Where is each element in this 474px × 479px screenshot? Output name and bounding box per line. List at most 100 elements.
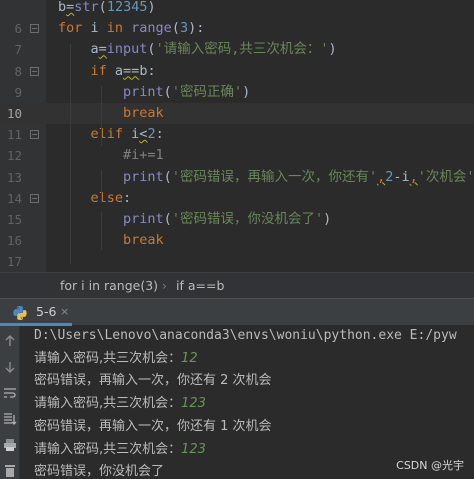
print-icon[interactable] — [3, 438, 17, 452]
fold-marker-icon[interactable] — [30, 130, 39, 142]
fold-marker-icon[interactable] — [30, 24, 39, 36]
code-line[interactable]: 16 break — [0, 230, 474, 251]
code-line[interactable]: 15 print('密码错误，你没机会了') — [0, 209, 474, 230]
code-text[interactable]: break — [58, 230, 164, 251]
line-number: 16 — [6, 233, 22, 249]
code-line[interactable]: b=str(12345) — [0, 0, 474, 18]
console-output-line: D:\Users\Lenovo\anaconda3\envs\woniu\pyt… — [34, 326, 457, 348]
code-token: == — [123, 62, 140, 79]
fold-marker-icon[interactable] — [30, 66, 39, 79]
breadcrumb-item-for-loop[interactable]: for i in range(3) — [60, 273, 158, 299]
line-number: 14 — [6, 190, 22, 206]
code-token: input — [106, 41, 148, 58]
line-number: 13 — [6, 169, 22, 185]
code-line[interactable]: 8 if a==b: — [0, 61, 474, 82]
code-text[interactable]: print('密码错误，你没机会了') — [58, 209, 331, 230]
code-token: , — [377, 168, 386, 185]
code-line[interactable]: 12 #i+=1 — [0, 145, 474, 166]
console-output-line: 请输入密码,共三次机会：123 — [34, 439, 206, 462]
code-token: b — [58, 0, 67, 15]
console-output-line: 密码错误，你没机会了 — [34, 461, 164, 479]
user-input-text: 123 — [181, 396, 206, 412]
run-panel-header: 5-6 × — [0, 298, 474, 326]
breadcrumb-separator: › — [162, 278, 167, 293]
code-token: 2 — [147, 126, 156, 143]
code-token: print — [123, 211, 164, 227]
code-token: elif — [90, 126, 132, 143]
code-text[interactable]: print('密码错误，再输入一次，你还有',2-i,'次机会') — [58, 167, 474, 188]
code-token: range — [131, 20, 172, 37]
code-token: print — [123, 168, 164, 185]
breadcrumb-item-if-block[interactable]: if a==b — [176, 273, 224, 299]
code-token: ) — [328, 41, 337, 58]
code-token: else — [90, 189, 124, 206]
console-text: D:\Users\Lenovo\anaconda3\envs\woniu\pyt… — [34, 328, 457, 343]
console-output-line: 密码错误，再输入一次，你还有 2 次机会 — [34, 370, 272, 393]
code-text[interactable]: else: — [58, 188, 132, 209]
console-text: 密码错误，你没机会了 — [34, 464, 165, 479]
soft-wrap-icon[interactable] — [3, 386, 17, 400]
code-line[interactable]: 13 print('密码错误，再输入一次，你还有',2-i,'次机会') — [0, 167, 474, 188]
code-token: if — [90, 62, 115, 79]
scroll-to-end-icon[interactable] — [3, 412, 17, 426]
console-text: 请输入密码,共三次机会： — [34, 396, 182, 412]
code-token: ( — [163, 83, 172, 100]
code-token: 12345 — [106, 0, 148, 15]
code-line[interactable]: 11 elif i<2: — [0, 124, 474, 145]
code-token: i — [90, 20, 107, 37]
code-token: a — [58, 41, 99, 58]
line-number: 10 — [6, 106, 22, 121]
line-number: 6 — [14, 21, 22, 37]
code-token: break — [123, 105, 164, 121]
line-number: 11 — [6, 127, 22, 143]
code-line[interactable]: 10 break — [0, 103, 474, 124]
code-token: '次机会' — [417, 168, 474, 185]
code-line[interactable]: 14 else: — [0, 188, 474, 209]
console-text: 密码错误，再输入一次，你还有 1 次机会 — [34, 418, 272, 434]
code-text[interactable]: a=input('请输入密码,共三次机会：') — [58, 39, 337, 60]
close-icon[interactable]: × — [60, 299, 69, 325]
code-token: ( — [147, 41, 156, 58]
code-token: break — [123, 232, 164, 249]
console-text: 请输入密码,共三次机会： — [34, 350, 182, 366]
run-tab[interactable]: 5-6 × — [0, 299, 72, 326]
breadcrumb: for i in range(3) › if a==b — [0, 272, 474, 298]
code-line[interactable]: 17 — [0, 251, 474, 272]
user-input-text: 12 — [181, 350, 198, 366]
code-token: b: — [139, 62, 156, 79]
code-text[interactable]: print('密码正确') — [58, 82, 250, 103]
code-text[interactable]: b=str(12345) — [58, 0, 156, 18]
code-editor[interactable]: b=str(12345) 6 for i in range(3): 7 a=input… — [0, 0, 474, 272]
line-number: 12 — [6, 148, 22, 164]
code-text[interactable]: break — [58, 103, 164, 124]
code-text[interactable]: if a==b: — [58, 61, 156, 82]
line-number: 8 — [14, 63, 22, 79]
indent-guide — [101, 212, 102, 250]
code-token: '密码正确' — [171, 83, 243, 100]
console-output-line: 密码错误，再输入一次，你还有 1 次机会 — [34, 416, 272, 439]
code-text[interactable]: #i+=1 — [58, 145, 164, 166]
code-line[interactable]: 9 print('密码正确') — [0, 82, 474, 103]
python-icon — [13, 306, 27, 320]
console-toolbar — [0, 326, 20, 479]
user-input-text: 123 — [181, 441, 206, 457]
arrow-up-icon[interactable] — [3, 334, 17, 348]
arrow-down-icon[interactable] — [3, 360, 17, 374]
code-token: ( — [163, 168, 172, 185]
trash-icon[interactable] — [3, 463, 17, 477]
code-text[interactable]: elif i<2: — [58, 124, 164, 145]
code-token: : — [123, 189, 132, 206]
code-line[interactable]: 6 for i in range(3): — [0, 18, 474, 39]
code-token: '请输入密码,共三次机会：' — [155, 41, 329, 58]
code-token: ( — [171, 20, 180, 37]
fold-marker-icon[interactable] — [30, 193, 39, 206]
code-token: in — [106, 20, 132, 37]
code-text[interactable]: for i in range(3): — [58, 18, 204, 39]
line-number: 15 — [6, 212, 22, 227]
indent-guide — [101, 86, 102, 146]
code-line[interactable]: 7 a=input('请输入密码,共三次机会：') — [0, 39, 474, 60]
code-token: , — [409, 168, 418, 185]
